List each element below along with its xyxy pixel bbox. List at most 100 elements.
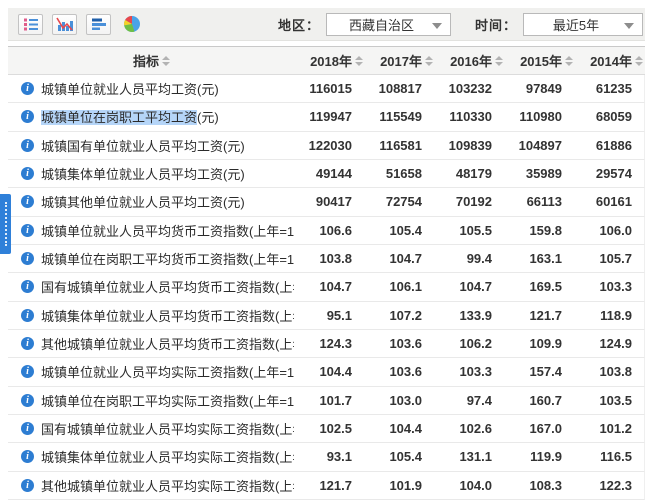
info-icon[interactable]: i — [21, 139, 34, 152]
value-cell: 107.2 — [364, 308, 434, 323]
sort-icon — [355, 56, 363, 66]
value-cell: 103.5 — [574, 393, 644, 408]
table-row[interactable]: i城镇集体单位就业人员平均货币工资指数(上年=100)95.1107.2133.… — [8, 302, 645, 330]
table-row[interactable]: i国有城镇单位就业人员平均货币工资指数(上年=100)104.7106.1104… — [8, 273, 645, 301]
value-cell: 93.1 — [294, 449, 364, 464]
table-row[interactable]: i国有城镇单位就业人员平均实际工资指数(上年=100)102.5104.4102… — [8, 415, 645, 443]
value-cell: 110330 — [434, 109, 504, 124]
indicator-header-label: 指标 — [133, 51, 159, 70]
value-cell: 121.7 — [294, 478, 364, 493]
value-cell: 95.1 — [294, 308, 364, 323]
year-header-label: 2018年 — [310, 51, 352, 70]
table-row[interactable]: i城镇单位在岗职工平均货币工资指数(上年=100)103.8104.799.41… — [8, 245, 645, 273]
year-column-header[interactable]: 2016年 — [435, 51, 505, 70]
value-cell: 102.6 — [434, 421, 504, 436]
column-chart-button[interactable] — [52, 14, 77, 35]
info-icon[interactable]: i — [21, 167, 34, 180]
list-view-icon — [23, 17, 39, 31]
value-cell: 103.8 — [294, 251, 364, 266]
value-cell: 131.1 — [434, 449, 504, 464]
info-icon[interactable]: i — [21, 195, 34, 208]
selected-text: 城镇单位在岗职工平均工资 — [41, 110, 197, 125]
value-cell: 106.6 — [294, 223, 364, 238]
table-row[interactable]: i城镇单位在岗职工平均工资(元)119947115549110330110980… — [8, 103, 645, 131]
indicator-label: 城镇单位就业人员平均工资(元) — [41, 79, 294, 98]
info-icon[interactable]: i — [21, 365, 34, 378]
bar-chart-button[interactable] — [86, 14, 111, 35]
region-value: 西藏自治区 — [349, 15, 428, 34]
indicator-column-header[interactable]: 指标 — [8, 51, 295, 70]
info-icon[interactable]: i — [21, 110, 34, 123]
value-cell: 103.3 — [574, 279, 644, 294]
list-view-button[interactable] — [18, 14, 43, 35]
info-icon[interactable]: i — [21, 309, 34, 322]
value-cell: 122.3 — [574, 478, 644, 493]
year-column-header[interactable]: 2018年 — [295, 51, 365, 70]
info-icon[interactable]: i — [21, 450, 34, 463]
info-icon[interactable]: i — [21, 224, 34, 237]
value-cell: 29574 — [574, 166, 644, 181]
indicator-label: 国有城镇单位就业人员平均货币工资指数(上年=100) — [41, 277, 294, 296]
year-header-label: 2014年 — [590, 51, 632, 70]
year-header-label: 2015年 — [520, 51, 562, 70]
indicator-label: 其他城镇单位就业人员平均货币工资指数(上年=100) — [41, 334, 294, 353]
value-cell: 104.7 — [294, 279, 364, 294]
value-cell: 122030 — [294, 138, 364, 153]
year-column-header[interactable]: 2015年 — [505, 51, 575, 70]
value-cell: 105.5 — [434, 223, 504, 238]
value-cell: 101.7 — [294, 393, 364, 408]
table-row[interactable]: i城镇单位就业人员平均货币工资指数(上年=100)106.6105.4105.5… — [8, 217, 645, 245]
table-row[interactable]: i城镇单位就业人员平均工资(元)116015108817103232978496… — [8, 75, 645, 103]
table-row[interactable]: i其他城镇单位就业人员平均实际工资指数(上年=100)121.7101.9104… — [8, 472, 645, 500]
value-cell: 105.4 — [364, 223, 434, 238]
sidebar-collapse-handle[interactable] — [0, 194, 11, 254]
table-row[interactable]: i城镇单位就业人员平均实际工资指数(上年=100)104.4103.6103.3… — [8, 358, 645, 386]
table-row[interactable]: i城镇其他单位就业人员平均工资(元)9041772754701926611360… — [8, 188, 645, 216]
info-icon[interactable]: i — [21, 394, 34, 407]
table-row[interactable]: i城镇国有单位就业人员平均工资(元)1220301165811098391048… — [8, 132, 645, 160]
indicator-label: 其他城镇单位就业人员平均实际工资指数(上年=100) — [41, 476, 294, 495]
value-cell: 103.8 — [574, 364, 644, 379]
time-select[interactable]: 最近5年 — [523, 13, 643, 36]
value-cell: 49144 — [294, 166, 364, 181]
sort-icon — [425, 56, 433, 66]
value-cell: 97.4 — [434, 393, 504, 408]
info-icon[interactable]: i — [21, 337, 34, 350]
info-icon[interactable]: i — [21, 479, 34, 492]
info-icon[interactable]: i — [21, 252, 34, 265]
value-cell: 116581 — [364, 138, 434, 153]
table-row[interactable]: i城镇集体单位就业人员平均工资(元)4914451658481793598929… — [8, 160, 645, 188]
value-cell: 103232 — [434, 81, 504, 96]
table-row[interactable]: i城镇集体单位就业人员平均实际工资指数(上年=100)93.1105.4131.… — [8, 443, 645, 471]
toolbar: 地区： 西藏自治区 时间： 最近5年 — [8, 8, 645, 41]
bar-chart-icon — [91, 17, 107, 31]
value-cell: 103.0 — [364, 393, 434, 408]
value-cell: 72754 — [364, 194, 434, 209]
value-cell: 104.4 — [294, 364, 364, 379]
value-cell: 68059 — [574, 109, 644, 124]
info-icon[interactable]: i — [21, 82, 34, 95]
value-cell: 163.1 — [504, 251, 574, 266]
pie-chart-button[interactable] — [122, 14, 142, 34]
table-row[interactable]: i城镇单位在岗职工平均实际工资指数(上年=100)101.7103.097.41… — [8, 387, 645, 415]
indicator-label: 城镇集体单位就业人员平均货币工资指数(上年=100) — [41, 306, 294, 325]
value-cell: 61235 — [574, 81, 644, 96]
value-cell: 103.6 — [364, 336, 434, 351]
region-select[interactable]: 西藏自治区 — [326, 13, 451, 36]
year-column-header[interactable]: 2017年 — [365, 51, 435, 70]
value-cell: 118.9 — [574, 308, 644, 323]
info-icon[interactable]: i — [21, 280, 34, 293]
value-cell: 119947 — [294, 109, 364, 124]
info-icon[interactable]: i — [21, 422, 34, 435]
value-cell: 105.7 — [574, 251, 644, 266]
value-cell: 106.2 — [434, 336, 504, 351]
value-cell: 167.0 — [504, 421, 574, 436]
value-cell: 115549 — [364, 109, 434, 124]
value-cell: 51658 — [364, 166, 434, 181]
value-cell: 108817 — [364, 81, 434, 96]
value-cell: 35989 — [504, 166, 574, 181]
value-cell: 109839 — [434, 138, 504, 153]
table-row[interactable]: i其他城镇单位就业人员平均货币工资指数(上年=100)124.3103.6106… — [8, 330, 645, 358]
value-cell: 160.7 — [504, 393, 574, 408]
year-column-header[interactable]: 2014年 — [575, 51, 645, 70]
